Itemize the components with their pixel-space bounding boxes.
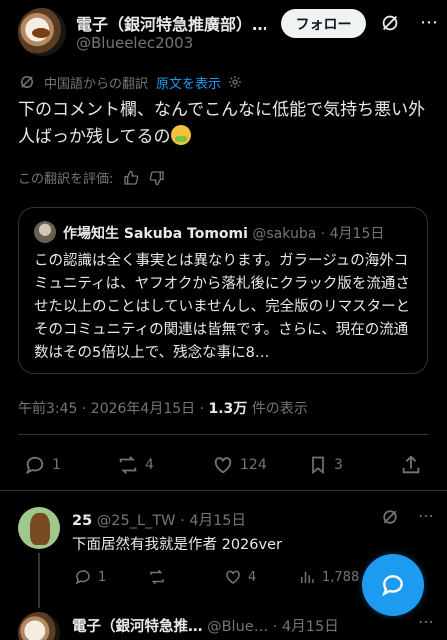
like-count: 124 [240,457,267,473]
bookmark-icon [312,456,324,475]
bookmark-button[interactable]: 3 [308,450,343,480]
next-reply-avatar[interactable] [18,612,60,640]
timestamp: 午前3:45 · 2026年4月15日 · [18,401,209,417]
rate-label: この翻訳を評価: [18,172,114,187]
thumbs-up-icon[interactable] [123,170,139,186]
next-date: · 4月15日 [268,619,339,635]
follow-button[interactable]: フォロー [281,9,366,38]
post-timestamp: 午前3:45 · 2026年4月15日 · 1.3万 件の表示 [18,398,308,418]
reply-like-count: 4 [248,569,257,585]
more-icon[interactable]: ⋯ [418,506,434,525]
reply-header: 25 @25_L_TW · 4月15日 [72,509,246,530]
quote-author-name: 作場知生 Sakuba Tomomi [63,226,248,242]
more-icon[interactable]: ⋯ [418,12,440,34]
post-text: 下のコメント欄、なんでこんなに低能で気持ち悪い外人ばっか残してるの [18,97,438,151]
quote-text: この認識は全く事実とは異なります。ガラージュの海外コミュニティは、ヤフオクから落… [34,253,411,361]
show-original-link[interactable]: 原文を表示 [156,73,221,92]
quote-date: · 4月15日 [316,226,385,242]
post-text-content: 下のコメント欄、なんでこんなに低能で気持ち悪い外人ばっか残してるの [18,100,426,147]
like-button[interactable]: 124 [212,450,267,480]
reply-text: 下面居然有我就是作者 2026ver [72,537,282,553]
reply-views-button[interactable]: 1,788 [298,566,359,588]
more-icon[interactable]: ⋯ [418,612,434,631]
divider [0,490,447,491]
reply-button[interactable]: 1 [24,450,61,480]
quoted-post[interactable]: 作場知生 Sakuba Tomomi @sakuba · 4月15日 この認識は… [18,207,428,374]
repost-icon [119,456,137,474]
repost-count: 4 [145,457,154,473]
nauseated-face-emoji [170,125,191,145]
divider [18,434,429,435]
heart-icon [226,570,240,584]
reply-date: · 4月15日 [175,513,247,529]
next-reply-header: 電子（銀河特急推… @Blue… · 4月15日 [72,615,402,636]
reply-icon [25,456,44,475]
reply-count: 1 [52,457,61,473]
quote-avatar [34,221,56,243]
thumbs-down-icon[interactable] [149,170,165,186]
repost-button[interactable]: 4 [117,450,154,480]
thread-line [38,553,40,608]
share-icon [402,455,420,474]
reply-reply-count: 1 [98,569,107,585]
translation-note: 中国語からの翻訳 原文を表示 [18,72,243,92]
author-handle[interactable]: @Blueelec2003 [76,34,193,52]
bookmark-count: 3 [334,457,343,473]
chat-bubble-icon [382,575,403,597]
grok-small-icon [21,76,33,88]
grok-icon[interactable] [380,507,400,527]
reply-icon [75,570,90,585]
reply-reply-button[interactable]: 1 [74,566,106,588]
author-name[interactable]: 電子（銀河特急推廣部）… [76,11,266,35]
repost-icon [150,569,164,585]
translation-label: 中国語からの翻訳 [44,76,149,92]
views-label: 件の表示 [247,401,308,417]
quote-handle: @sakuba [252,226,317,242]
avatar[interactable] [18,8,66,56]
next-handle[interactable]: @Blue… [207,619,268,635]
compose-reply-button[interactable] [362,554,424,616]
reply-view-count: 1,788 [322,569,360,585]
reply-like-button[interactable]: 4 [224,566,256,588]
gear-icon[interactable] [227,74,243,90]
reply-avatar[interactable] [18,507,60,549]
quote-header: 作場知生 Sakuba Tomomi @sakuba · 4月15日 [63,223,384,243]
action-bar: 1 4 124 3 [0,450,447,480]
grok-icon[interactable] [379,12,401,34]
reply-author-name[interactable]: 25 [72,513,92,529]
reply-handle[interactable]: @25_L_TW [97,513,176,529]
post-header: 電子（銀河特急推廣部）… @Blueelec2003 フォロー ⋯ [0,0,447,60]
reply-repost-button[interactable] [148,566,166,588]
share-button[interactable] [400,450,422,480]
views-chart-icon [301,571,314,583]
next-author-name[interactable]: 電子（銀河特急推… [72,619,203,635]
view-count: 1.3万 [208,401,248,417]
rate-translation: この翻訳を評価: [18,168,165,187]
heart-icon [214,457,232,474]
